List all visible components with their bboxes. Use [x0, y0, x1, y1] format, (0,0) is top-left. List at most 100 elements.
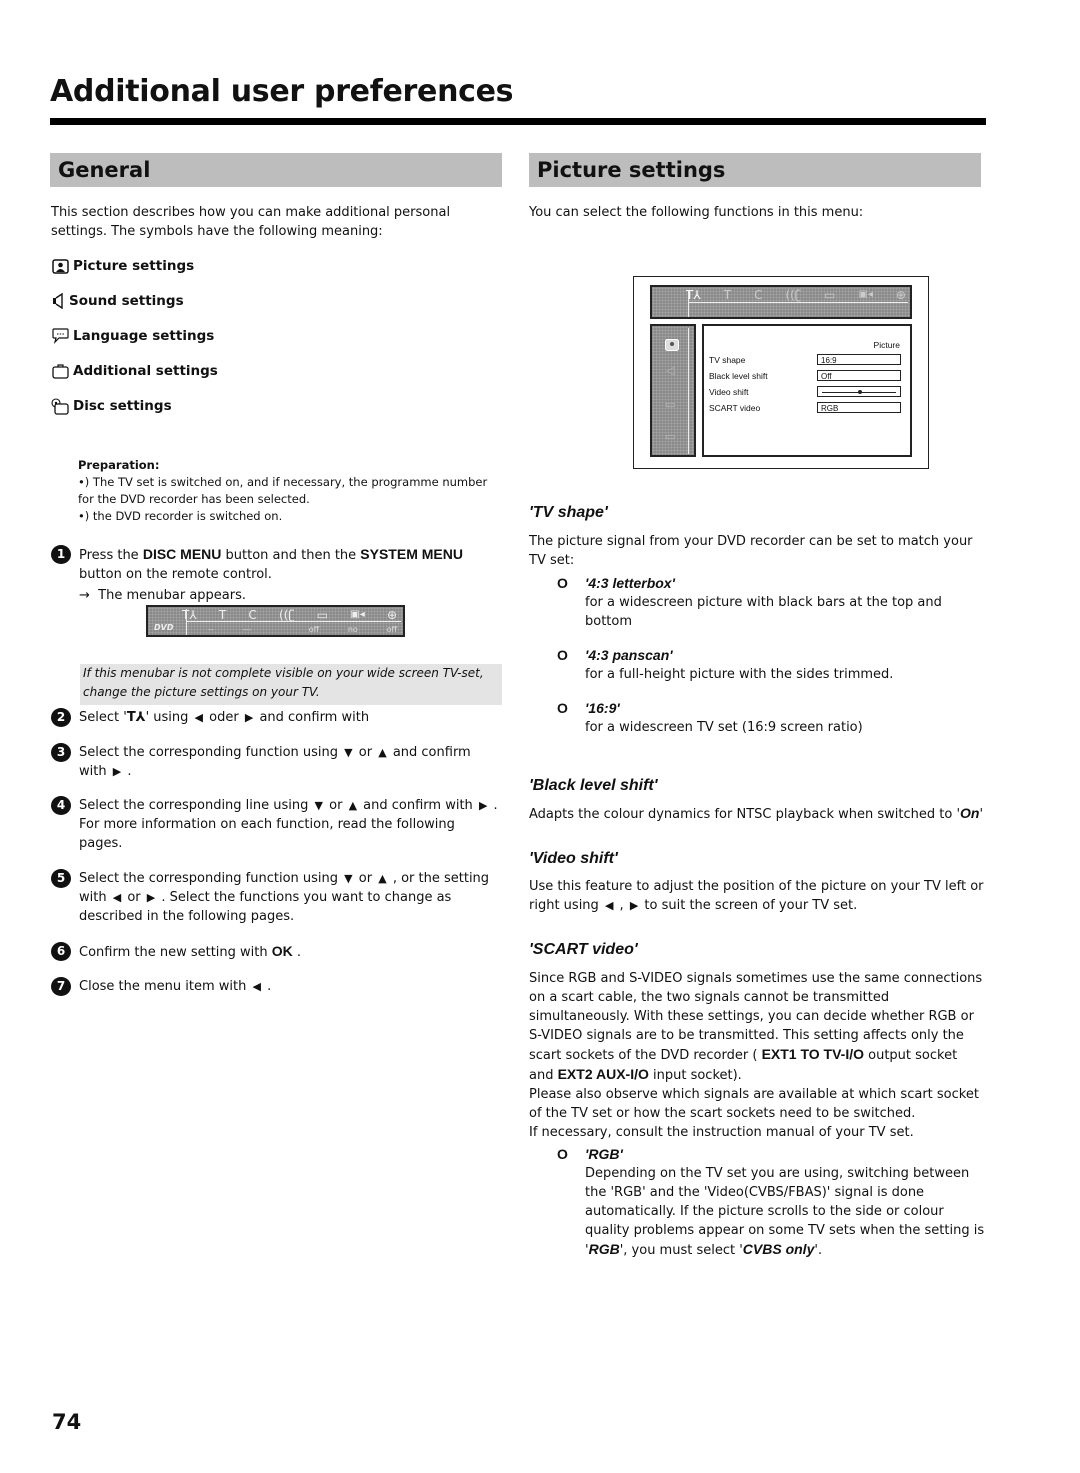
step-text: oder [205, 710, 243, 725]
picture-icon[interactable] [665, 336, 679, 355]
osd-row-label: TV shape [709, 355, 746, 365]
menubar-value: -- [208, 624, 214, 634]
briefcase-icon [51, 363, 69, 379]
right-arrow-icon: ▶ [112, 765, 122, 778]
step-text: or [354, 871, 377, 886]
option-name: 'RGB' [585, 1146, 623, 1162]
picture-heading: Picture settings [529, 153, 981, 187]
option-bullet: O [557, 575, 568, 591]
option-bullet: O [557, 700, 568, 716]
step-number: 4 [51, 796, 71, 815]
option-desc: for a widescreen picture with black bars… [585, 595, 942, 629]
step-5: 5 Select the corresponding function usin… [51, 869, 501, 926]
symbol-additional: Additional settings [51, 361, 351, 381]
rgb-desc: ', you must select ' [619, 1243, 743, 1258]
up-arrow-icon: ▲ [348, 799, 358, 812]
left-arrow-icon: ◀ [112, 891, 122, 904]
chapter-icon: C [754, 287, 763, 302]
symbol-disc: Disc settings [51, 396, 351, 416]
dvd-logo: DVD [154, 623, 174, 632]
note-box: If this menubar is not complete visible … [80, 664, 502, 705]
step-result: → The menubar appears. [79, 586, 501, 605]
osd-tv-shape-value[interactable]: 16:9 [817, 354, 901, 365]
camera-angle-icon: ▣◂ [858, 289, 873, 300]
option-name: '4:3 letterbox' [585, 575, 675, 591]
step-3: 3 Select the corresponding function usin… [51, 743, 501, 781]
speaker-icon [51, 293, 65, 309]
subtitle-icon: ▭ [824, 287, 836, 302]
socket-ext1: EXT1 TO TV-I/O [761, 1046, 864, 1062]
osd-sidebar-line [688, 328, 689, 454]
left-arrow-icon: ◀ [194, 711, 204, 724]
osd-black-level-value[interactable]: Off [817, 370, 901, 381]
step-1: 1 Press the DISC MENU button and then th… [51, 545, 501, 605]
camera-angle-icon: ▣◂ [350, 609, 365, 620]
separator: , [615, 898, 628, 913]
audio-icon: ((ʗ [785, 287, 802, 302]
symbol-picture: Picture settings [51, 256, 351, 276]
osd-video-shift-slider[interactable] [817, 386, 901, 397]
menubar-icons: T⅄ T C ((ʗ ▭ ▣◂ ⊕ [182, 607, 397, 622]
option-rgb: O 'RGB' Depending on the TV set you are … [557, 1145, 987, 1260]
rgb-value: RGB [588, 1241, 620, 1257]
step-text: and confirm with [359, 798, 477, 813]
step-number: 7 [51, 977, 71, 996]
tv-shape-options: O '4:3 letterbox' for a widescreen pictu… [557, 574, 977, 737]
osd-row-label: Black level shift [709, 371, 768, 381]
step-4: 4 Select the corresponding line using ▼ … [51, 796, 501, 853]
disc-menu-key: DISC MENU [142, 546, 222, 562]
option-letterbox: O '4:3 letterbox' for a widescreen pictu… [557, 574, 977, 631]
option-name: '4:3 panscan' [585, 647, 673, 663]
step-number: 2 [51, 708, 71, 727]
symbol-label: Disc settings [73, 398, 172, 414]
speaker-icon[interactable]: ◁ [666, 364, 674, 377]
step-text: or [325, 798, 347, 813]
right-arrow-icon: ▶ [629, 899, 639, 912]
picture-intro: You can select the following functions i… [529, 205, 864, 220]
chapter-icon: C [248, 607, 257, 622]
right-arrow-icon: ▶ [478, 799, 488, 812]
zoom-icon: ⊕ [386, 607, 397, 622]
subtitle-icon: ▭ [316, 607, 329, 622]
step-text: Confirm the new setting with [79, 945, 272, 960]
scart-paragraph: Please also observe which signals are av… [529, 1087, 979, 1121]
symbol-language: Language settings [51, 326, 351, 346]
step-number: 6 [51, 942, 71, 961]
step-text: and confirm with [255, 710, 370, 725]
title-icon: T [723, 287, 732, 302]
symbol-label: Sound settings [69, 293, 184, 309]
down-arrow-icon: ▼ [314, 799, 323, 812]
preparation-line: •) the DVD recorder is switched on. [78, 509, 283, 523]
rgb-desc: '. [814, 1243, 823, 1258]
osd-scart-value[interactable]: RGB [817, 402, 901, 413]
right-arrow-icon: ▶ [146, 891, 156, 904]
quote: ' [979, 807, 984, 822]
preparation-line: •) The TV set is switched on, and if nec… [78, 475, 488, 506]
video-shift-text: Use this feature to adjust the position … [529, 877, 984, 915]
scart-paragraph: Since RGB and S-VIDEO signals sometimes … [529, 969, 984, 1085]
settings-icon: T⅄ [686, 287, 701, 302]
symbol-label: Language settings [73, 328, 215, 344]
step-text: Select the corresponding line using [79, 798, 313, 813]
osd-panel-title: Picture [873, 340, 900, 350]
step-text: Close the menu item with [79, 979, 251, 994]
speech-bubble-icon[interactable]: ▭ [665, 398, 675, 411]
video-shift-heading: 'Video shift' [529, 850, 618, 867]
tv-shape-text: The picture signal from your DVD recorde… [529, 534, 973, 568]
general-intro: This section describes how you can make … [51, 205, 451, 239]
symbol-label: Picture settings [73, 258, 195, 274]
step-number: 1 [51, 545, 71, 564]
black-level-desc: Adapts the colour dynamics for NTSC play… [529, 807, 961, 822]
left-arrow-icon: ◀ [252, 980, 261, 993]
cvbs-value: CVBS only [742, 1241, 815, 1257]
slider-thumb[interactable] [858, 390, 862, 394]
step-text: button and then the [221, 548, 361, 563]
step-text: or [123, 890, 145, 905]
option-desc: for a full-height picture with the sides… [585, 667, 894, 682]
step-text: or [354, 745, 377, 760]
symbol-sound: Sound settings [51, 291, 351, 311]
briefcase-icon[interactable]: ▭ [665, 430, 675, 443]
option-bullet: O [557, 1146, 568, 1162]
step-text: Select the corresponding function using [79, 745, 343, 760]
symbol-label: Additional settings [73, 363, 218, 379]
